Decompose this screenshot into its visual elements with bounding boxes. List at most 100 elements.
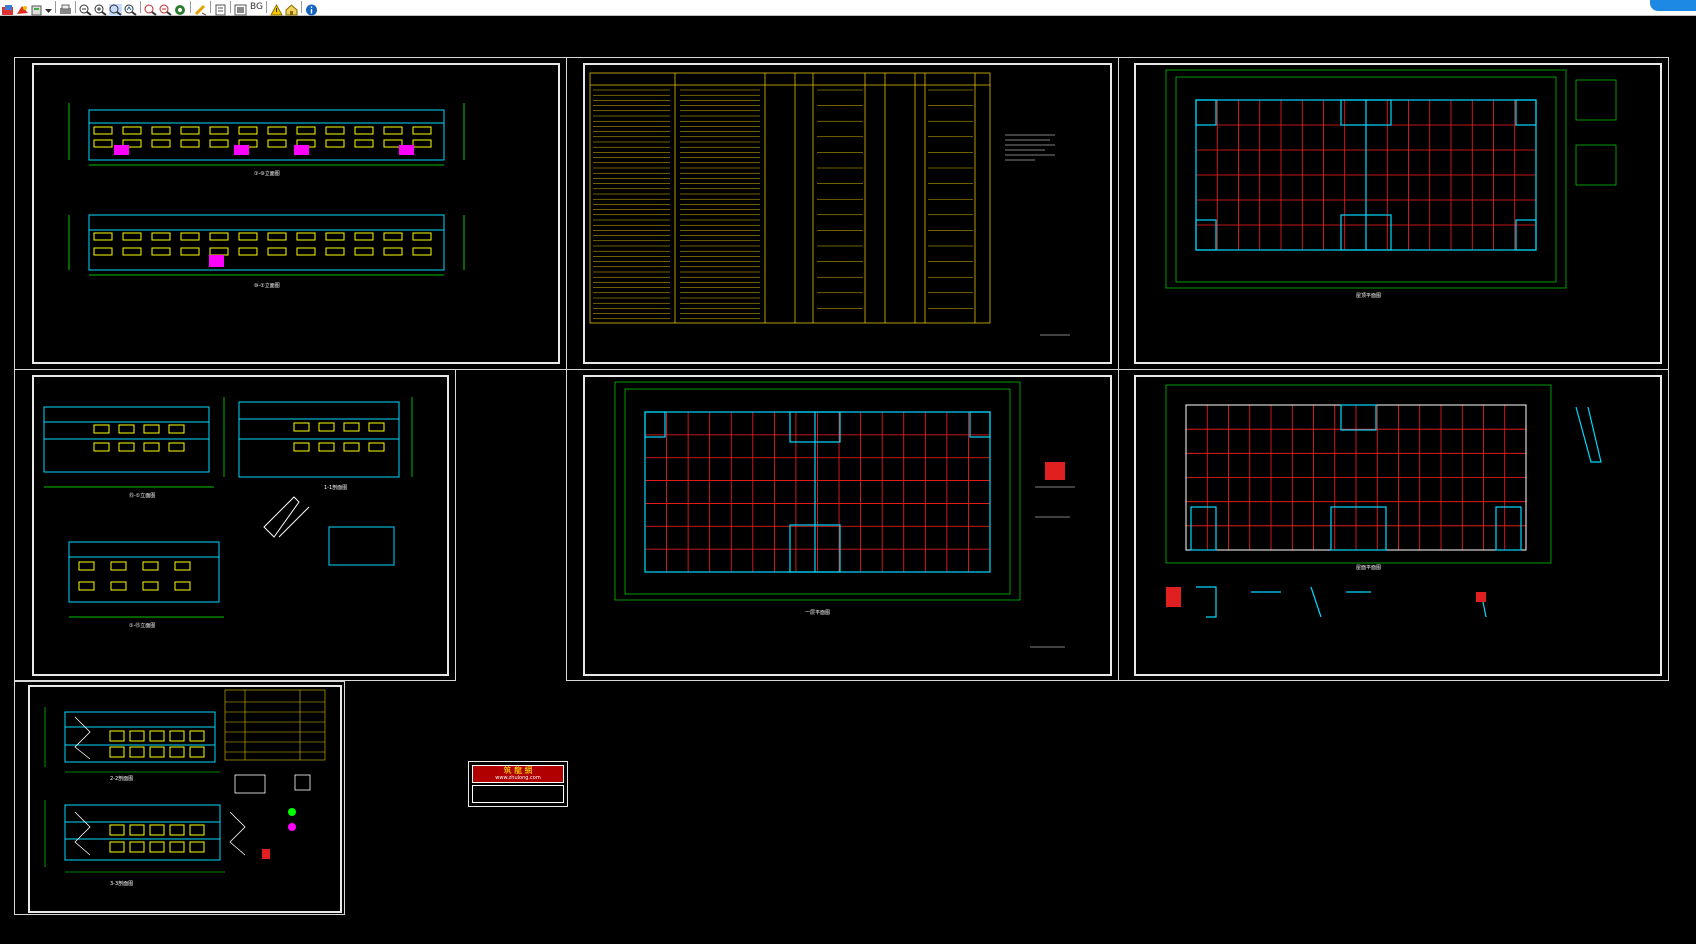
open-icon[interactable] (1, 1, 14, 15)
stamp-note (472, 785, 564, 803)
drawing-design-notes[interactable] (583, 63, 1112, 364)
window-mark (93, 424, 110, 434)
window-mark (343, 442, 360, 452)
zoom-previous-icon[interactable] (144, 1, 157, 16)
window-mark (189, 824, 205, 836)
drawing-side-elevations[interactable]: ⑮-①立面图 1-1剖面图 ①-⑮立面图 (32, 375, 449, 676)
warning-icon[interactable] (270, 1, 283, 16)
measure-icon[interactable] (194, 1, 207, 16)
window-mark (383, 126, 403, 135)
window-mark (174, 561, 191, 571)
window-mark (209, 232, 229, 241)
layers-icon[interactable] (30, 1, 43, 16)
window-mark (412, 232, 432, 241)
window-mark (412, 139, 432, 148)
print-icon[interactable] (59, 1, 72, 14)
window-mark (209, 126, 229, 135)
zoom-out-icon[interactable] (79, 1, 92, 16)
window-mark (168, 442, 185, 452)
window-mark (383, 232, 403, 241)
window-mark (93, 232, 113, 241)
drawing-title: 屋面平面图 (1356, 565, 1381, 571)
window-mark (149, 824, 165, 836)
zoom-window-icon[interactable] (109, 1, 122, 16)
window-mark (189, 730, 205, 742)
window-mark (142, 581, 159, 591)
window-mark (296, 247, 316, 256)
window-mark (180, 139, 200, 148)
window-mark (189, 841, 205, 853)
window-mark (189, 746, 205, 758)
drawing-title: ⑩-①立面图 (254, 282, 280, 289)
home-icon[interactable] (285, 1, 298, 16)
window-mark (325, 139, 345, 148)
info-icon[interactable] (305, 1, 318, 16)
drawing-title: ⑮-①立面图 (129, 492, 155, 499)
drawing-floor-plan-top[interactable]: 屋顶平面图 (1134, 63, 1662, 364)
zoom-realtime-icon[interactable] (124, 1, 137, 16)
window-mark (354, 247, 374, 256)
bg-label[interactable]: BG (250, 1, 263, 13)
window-mark (151, 139, 171, 148)
window-mark (180, 126, 200, 135)
window-mark (267, 139, 287, 148)
window-mark (129, 841, 145, 853)
drawing-title: 3-3剖面图 (110, 880, 133, 887)
window-mark (110, 561, 127, 571)
window-mark (293, 422, 310, 432)
window-mark (318, 442, 335, 452)
zoom-in-icon[interactable] (94, 1, 107, 16)
window-mark (412, 247, 432, 256)
window-mark (238, 247, 258, 256)
toolbar: BG (0, 0, 1696, 16)
window-mark (142, 561, 159, 571)
window-mark (267, 247, 287, 256)
dropdown-icon[interactable] (44, 1, 53, 13)
text-icon[interactable] (214, 1, 227, 16)
window-mark (368, 422, 385, 432)
stamp-title-box: 筑 龍 網 www.zhulong.com (472, 765, 564, 783)
window-mark (78, 581, 95, 591)
window-mark (143, 424, 160, 434)
drawing-roof-plan[interactable]: 屋面平面图 (1134, 375, 1662, 676)
window-mark (180, 247, 200, 256)
drawing-elevations[interactable]: ①-⑩立面图 ⑩-①立面图 (32, 63, 560, 364)
drawing-title: ①-⑩立面图 (254, 170, 280, 177)
window-mark (169, 841, 185, 853)
window-mark (238, 126, 258, 135)
window-mark (151, 232, 171, 241)
zoom-next-icon[interactable] (159, 1, 172, 16)
drawing-title: 1-1剖面图 (324, 484, 347, 491)
window-mark (122, 126, 142, 135)
drawing-title: 2-2剖面图 (110, 775, 133, 782)
window-mark (354, 126, 374, 135)
drawing-floor-plan-middle[interactable]: 一层平面图 (583, 375, 1112, 676)
window-mark (151, 247, 171, 256)
window-mark (209, 139, 229, 148)
window-mark (168, 424, 185, 434)
window-mark (354, 232, 374, 241)
drawing-sections[interactable]: 2-2剖面图 3-3剖面图 (28, 685, 342, 913)
window-mark (109, 746, 125, 758)
window-mark (118, 442, 135, 452)
window-mark (93, 139, 113, 148)
status-badge[interactable] (1650, 0, 1696, 11)
window-mark (78, 561, 95, 571)
drawing-title: 一层平面图 (805, 610, 830, 616)
color-icon[interactable] (16, 1, 29, 14)
title-stamp[interactable]: 筑 龍 網 www.zhulong.com (468, 761, 568, 807)
window-mark (325, 247, 345, 256)
window-mark (93, 247, 113, 256)
window-mark (149, 841, 165, 853)
stamp-url: www.zhulong.com (495, 775, 541, 781)
window-mark (318, 422, 335, 432)
window-mark (343, 422, 360, 432)
window-mark (267, 126, 287, 135)
pan-icon[interactable] (174, 1, 187, 15)
window-mark (325, 126, 345, 135)
window-mark (169, 746, 185, 758)
layout-icon[interactable] (234, 1, 247, 16)
window-mark (129, 730, 145, 742)
window-mark (118, 424, 135, 434)
window-mark (209, 247, 229, 256)
